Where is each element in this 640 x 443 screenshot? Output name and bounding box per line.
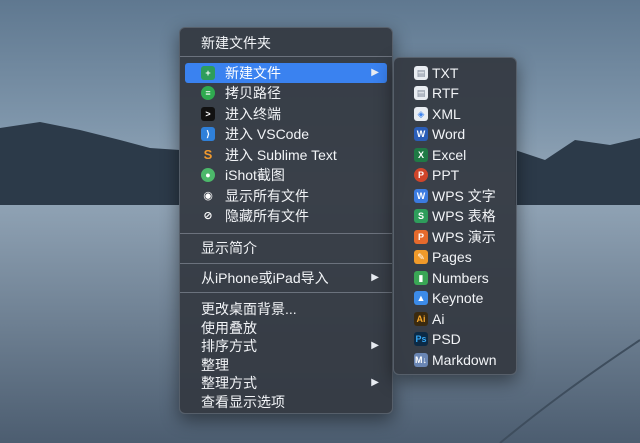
submenu-item-rtf[interactable]: ▤ RTF <box>394 83 516 103</box>
pages-icon: ✎ <box>414 250 428 264</box>
keynote-icon: ▲ <box>414 291 428 305</box>
submenu-item-xml[interactable]: ◈ XML <box>394 104 516 124</box>
new-file-submenu: ▤ TXT ▤ RTF ◈ XML W Word X Excel P PPT W… <box>393 57 517 375</box>
menu-item-open-sublime[interactable]: S 进入 Sublime Text <box>185 145 387 165</box>
submenu-item-psd[interactable]: Ps PSD <box>394 329 516 349</box>
menu-item-sort-by[interactable]: 排序方式 ▶ <box>185 336 387 356</box>
menu-item-import-from-iphone[interactable]: 从iPhone或iPad导入 ▶ <box>185 268 387 288</box>
submenu-item-ai[interactable]: Ai Ai <box>394 309 516 329</box>
wps-writer-icon: W <box>414 189 428 203</box>
sublime-icon: S <box>203 147 213 162</box>
submenu-item-word[interactable]: W Word <box>394 124 516 144</box>
menu-separator <box>180 56 392 57</box>
ppt-icon: P <box>414 168 428 182</box>
menu-item-change-background[interactable]: 更改桌面背景... <box>185 299 387 319</box>
submenu-item-ppt[interactable]: P PPT <box>394 165 516 185</box>
photoshop-icon: Ps <box>414 332 428 346</box>
menu-item-open-terminal[interactable]: > 进入终端 <box>185 104 387 124</box>
word-icon: W <box>414 127 428 141</box>
desktop-context-menu: 新建文件夹 + 新建文件 ▶ ≡ 拷贝路径 > 进入终端 ⟩ 进入 VSCode… <box>179 27 393 414</box>
submenu-arrow-icon: ▶ <box>371 377 379 388</box>
terminal-icon: > <box>201 107 215 121</box>
submenu-item-txt[interactable]: ▤ TXT <box>394 63 516 83</box>
eye-slash-icon: ⊘ <box>203 210 213 222</box>
menu-separator <box>180 233 392 234</box>
menu-item-new-file[interactable]: + 新建文件 ▶ <box>185 63 387 83</box>
menu-separator <box>180 263 392 264</box>
eye-icon: ◉ <box>203 190 213 202</box>
txt-file-icon: ▤ <box>414 66 428 80</box>
submenu-arrow-icon: ▶ <box>371 67 379 78</box>
menu-item-get-info[interactable]: 显示简介 <box>185 238 387 258</box>
wps-sheet-icon: S <box>414 209 428 223</box>
menu-item-copy-path[interactable]: ≡ 拷贝路径 <box>185 83 387 103</box>
xml-file-icon: ◈ <box>414 107 428 121</box>
markdown-icon: M↓ <box>414 353 428 367</box>
menu-item-view-options[interactable]: 查看显示选项 <box>185 392 387 412</box>
submenu-arrow-icon: ▶ <box>371 272 379 283</box>
illustrator-icon: Ai <box>414 312 428 326</box>
menu-item-clean-up[interactable]: 整理 <box>185 355 387 375</box>
menu-item-open-vscode[interactable]: ⟩ 进入 VSCode <box>185 124 387 144</box>
submenu-item-wps-slides[interactable]: P WPS 演示 <box>394 227 516 247</box>
submenu-item-pages[interactable]: ✎ Pages <box>394 247 516 267</box>
menu-item-use-stacks[interactable]: 使用叠放 <box>185 318 387 338</box>
menu-item-hide-all-files[interactable]: ⊘ 隐藏所有文件 <box>185 206 387 226</box>
copy-path-icon: ≡ <box>201 86 215 100</box>
excel-icon: X <box>414 148 428 162</box>
submenu-item-markdown[interactable]: M↓ Markdown <box>394 350 516 370</box>
submenu-item-excel[interactable]: X Excel <box>394 145 516 165</box>
submenu-item-numbers[interactable]: ▮ Numbers <box>394 268 516 288</box>
menu-item-ishot[interactable]: ● iShot截图 <box>185 165 387 185</box>
new-file-icon: + <box>201 66 215 80</box>
ishot-icon: ● <box>201 168 215 182</box>
rtf-file-icon: ▤ <box>414 86 428 100</box>
menu-separator <box>180 292 392 293</box>
vscode-icon: ⟩ <box>201 127 215 141</box>
numbers-icon: ▮ <box>414 271 428 285</box>
submenu-arrow-icon: ▶ <box>371 340 379 351</box>
submenu-item-keynote[interactable]: ▲ Keynote <box>394 288 516 308</box>
menu-item-new-folder[interactable]: 新建文件夹 <box>185 33 387 53</box>
menu-item-show-all-files[interactable]: ◉ 显示所有文件 <box>185 186 387 206</box>
wps-slides-icon: P <box>414 230 428 244</box>
menu-item-clean-up-by[interactable]: 整理方式 ▶ <box>185 373 387 393</box>
submenu-item-wps-sheet[interactable]: S WPS 表格 <box>394 206 516 226</box>
submenu-item-wps-writer[interactable]: W WPS 文字 <box>394 186 516 206</box>
